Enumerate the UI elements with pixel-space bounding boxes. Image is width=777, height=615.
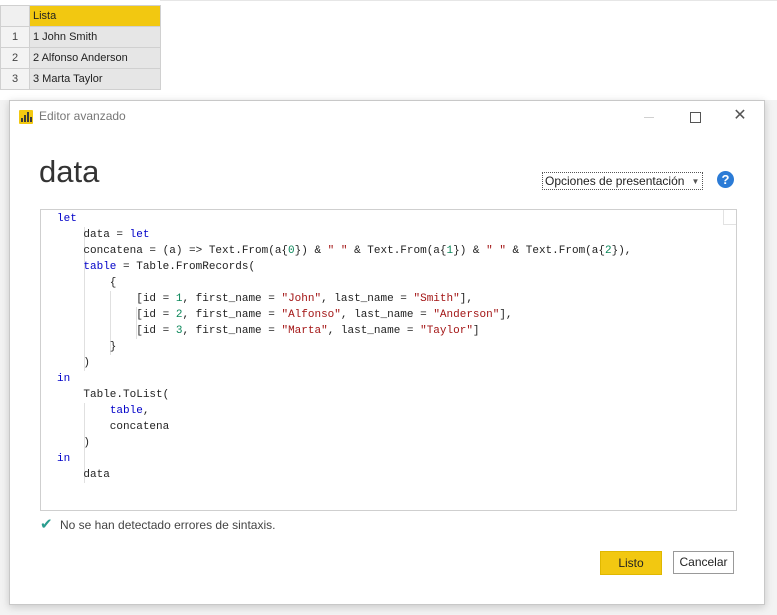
code-line[interactable]: [id = 3, first_name = "Marta", last_name… bbox=[57, 323, 631, 339]
code-line[interactable]: [id = 1, first_name = "John", last_name … bbox=[57, 291, 631, 307]
data-preview-table: Lista 1 1 John Smith 2 2 Alfonso Anderso… bbox=[0, 5, 161, 90]
code-line[interactable]: [id = 2, first_name = "Alfonso", last_na… bbox=[57, 307, 631, 323]
column-header-lista[interactable]: Lista bbox=[29, 5, 161, 27]
advanced-editor-dialog: Editor avanzado ✕ data Opciones de prese… bbox=[9, 100, 765, 605]
row-index: 2 bbox=[0, 47, 30, 69]
code-line[interactable]: concatena = (a) => Text.From(a{0}) & " "… bbox=[57, 243, 631, 259]
code-line[interactable]: { bbox=[57, 275, 631, 291]
maximize-icon bbox=[689, 111, 701, 123]
table-row[interactable]: 2 2 Alfonso Anderson bbox=[0, 47, 161, 69]
code-line[interactable]: table = Table.FromRecords( bbox=[57, 259, 631, 275]
code-line[interactable]: ) bbox=[57, 435, 631, 451]
dialog-title: Editor avanzado bbox=[39, 109, 126, 123]
row-index-header[interactable] bbox=[0, 5, 30, 27]
table-cell[interactable]: 3 Marta Taylor bbox=[29, 68, 161, 90]
table-cell[interactable]: 1 John Smith bbox=[29, 26, 161, 48]
code-editor[interactable]: let data = let concatena = (a) => Text.F… bbox=[40, 209, 737, 511]
chevron-down-icon: ▼ bbox=[691, 177, 700, 186]
table-cell[interactable]: 2 Alfonso Anderson bbox=[29, 47, 161, 69]
code-line[interactable]: } bbox=[57, 339, 631, 355]
code-content[interactable]: let data = let concatena = (a) => Text.F… bbox=[57, 211, 631, 483]
display-options-dropdown[interactable]: Opciones de presentación ▼ bbox=[542, 172, 704, 190]
done-button[interactable]: Listo bbox=[600, 551, 662, 575]
help-icon[interactable]: ? bbox=[717, 171, 734, 188]
code-line[interactable]: ) bbox=[57, 355, 631, 371]
cancel-button[interactable]: Cancelar bbox=[673, 551, 734, 574]
code-line[interactable]: data bbox=[57, 467, 631, 483]
scrollbar[interactable] bbox=[723, 210, 736, 225]
code-line[interactable]: Table.ToList( bbox=[57, 387, 631, 403]
code-line[interactable]: concatena bbox=[57, 419, 631, 435]
minimize-icon bbox=[644, 116, 654, 118]
display-options-label: Opciones de presentación bbox=[545, 174, 685, 188]
syntax-status: ✔ No se han detectado errores de sintaxis… bbox=[40, 515, 275, 533]
divider bbox=[160, 0, 777, 1]
maximize-button[interactable] bbox=[680, 105, 710, 127]
close-button[interactable]: ✕ bbox=[725, 105, 755, 127]
code-line[interactable]: data = let bbox=[57, 227, 631, 243]
minimize-button[interactable] bbox=[634, 105, 664, 127]
code-line[interactable]: in bbox=[57, 371, 631, 387]
code-line[interactable]: table, bbox=[57, 403, 631, 419]
table-row[interactable]: 3 3 Marta Taylor bbox=[0, 68, 161, 90]
checkmark-icon: ✔ bbox=[40, 516, 53, 533]
row-index: 1 bbox=[0, 26, 30, 48]
row-index: 3 bbox=[0, 68, 30, 90]
code-line[interactable]: let bbox=[57, 211, 631, 227]
power-bi-icon bbox=[19, 110, 33, 124]
query-title: data bbox=[39, 154, 100, 189]
title-bar[interactable]: Editor avanzado ✕ bbox=[10, 101, 764, 131]
close-icon: ✕ bbox=[733, 107, 747, 124]
table-row[interactable]: 1 1 John Smith bbox=[0, 26, 161, 48]
status-text: No se han detectado errores de sintaxis. bbox=[60, 518, 276, 532]
code-line[interactable]: in bbox=[57, 451, 631, 467]
